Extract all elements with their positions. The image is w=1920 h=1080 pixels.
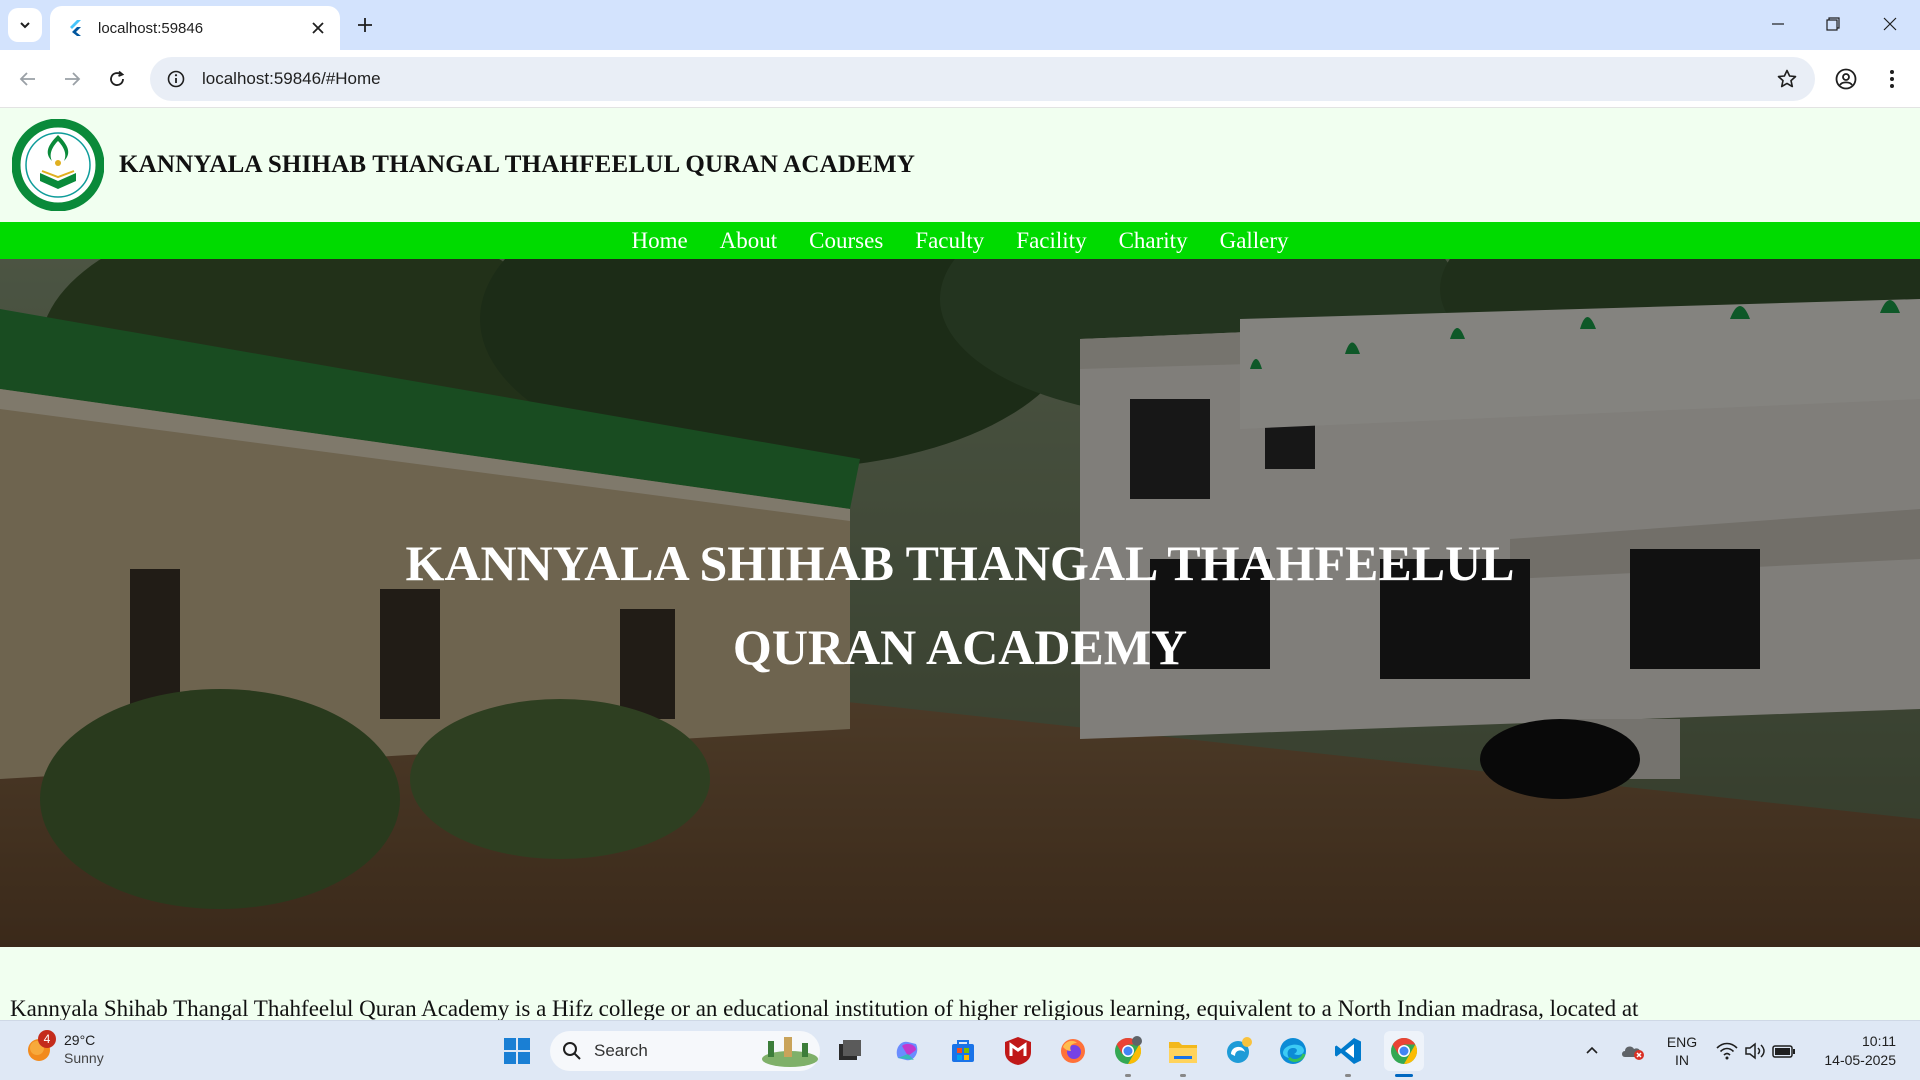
mcafee-shield-icon [1005, 1037, 1031, 1065]
taskbar-edge[interactable] [1273, 1031, 1313, 1071]
windows-taskbar: 4 29°C Sunny Search ENG IN 10:11 14-05-2… [0, 1020, 1920, 1080]
site-info-icon[interactable] [164, 67, 188, 91]
minimize-icon [1772, 23, 1784, 25]
search-icon [563, 1042, 581, 1060]
weather-widget[interactable]: 4 29°C Sunny [24, 1030, 104, 1067]
site-name: KANNYALA SHIHAB THANGAL THAHFEELUL QURAN… [119, 151, 916, 178]
show-hidden-icons[interactable] [1580, 1031, 1604, 1071]
new-tab-button[interactable] [352, 12, 378, 38]
browser-menu-button[interactable] [1876, 63, 1908, 95]
taskbar-search[interactable]: Search [550, 1031, 820, 1071]
nav-facility[interactable]: Facility [1016, 228, 1086, 254]
taskbar-mcafee[interactable] [998, 1031, 1038, 1071]
chrome-icon [1115, 1036, 1142, 1065]
onedrive-tray[interactable] [1618, 1031, 1648, 1071]
taskbar-file-explorer[interactable] [1163, 1031, 1203, 1077]
weather-temp: 29°C [64, 1032, 96, 1048]
weather-condition: Sunny [64, 1050, 104, 1066]
flutter-icon [66, 19, 84, 37]
task-view-icon [839, 1040, 861, 1060]
sun-icon: 4 [24, 1030, 56, 1064]
browser-tab-active[interactable]: localhost:59846 [50, 6, 340, 50]
back-button[interactable] [12, 63, 44, 95]
tab-search-button[interactable] [8, 8, 42, 42]
tab-title: localhost:59846 [98, 19, 204, 37]
minimize-button[interactable] [1760, 10, 1796, 38]
reload-icon [110, 70, 125, 86]
forward-button[interactable] [56, 63, 88, 95]
folder-icon [1169, 1042, 1197, 1063]
academy-logo [12, 119, 104, 211]
region-code: IN [1675, 1052, 1689, 1068]
running-indicator [1125, 1074, 1131, 1077]
start-button[interactable] [497, 1031, 537, 1071]
bookmark-star-icon[interactable] [1767, 59, 1807, 99]
chrome-icon [1391, 1037, 1418, 1065]
nav-courses[interactable]: Courses [809, 228, 883, 254]
battery-icon [1772, 1045, 1795, 1058]
taskbar-task-view[interactable] [830, 1031, 870, 1071]
more-vertical-icon [1890, 70, 1894, 88]
nav-home[interactable]: Home [631, 228, 687, 254]
vscode-icon [1335, 1038, 1361, 1064]
account-icon [1835, 68, 1857, 90]
restore-button[interactable] [1815, 10, 1851, 38]
active-indicator [1395, 1074, 1413, 1077]
language-indicator[interactable]: ENG IN [1660, 1031, 1704, 1071]
arrow-right-icon [65, 72, 81, 86]
store-icon [952, 1040, 974, 1062]
language-code: ENG [1666, 1034, 1698, 1050]
intro-paragraph: Kannyala Shihab Thangal Thahfeelul Quran… [10, 996, 1639, 1021]
cloud-error-icon [1622, 1046, 1644, 1060]
search-label: Search [594, 1041, 648, 1060]
close-tab-icon[interactable] [308, 18, 328, 38]
windows-logo-icon [504, 1038, 530, 1064]
taskbar-chrome-active[interactable] [1384, 1031, 1424, 1077]
reload-button[interactable] [101, 63, 133, 95]
chevron-up-icon [1586, 1046, 1598, 1054]
firefox-icon [1061, 1039, 1085, 1063]
plus-icon [358, 18, 372, 32]
taskbar-edge-beta[interactable] [1218, 1031, 1258, 1071]
taskbar-chrome-profile[interactable] [1108, 1031, 1148, 1077]
restore-icon [1826, 17, 1840, 31]
running-indicator [1180, 1074, 1186, 1077]
arrow-left-icon [19, 72, 35, 86]
close-window-button[interactable] [1872, 10, 1908, 38]
chevron-down-icon [20, 22, 30, 29]
search-highlight-icon [762, 1037, 818, 1067]
weather-badge: 4 [38, 1030, 56, 1048]
quick-settings[interactable] [1714, 1031, 1798, 1071]
running-indicator [1345, 1074, 1351, 1077]
nav-gallery[interactable]: Gallery [1220, 228, 1289, 254]
url-text: localhost:59846/#Home [202, 69, 381, 88]
taskbar-vscode[interactable] [1328, 1031, 1368, 1077]
browser-tab-strip: localhost:59846 [0, 0, 1920, 50]
clock-date: 14-05-2025 [1824, 1052, 1896, 1068]
profile-button[interactable] [1830, 63, 1862, 95]
volume-icon [1745, 1042, 1765, 1060]
taskbar-store[interactable] [943, 1031, 983, 1071]
taskbar-copilot[interactable] [887, 1031, 927, 1071]
nav-faculty[interactable]: Faculty [915, 228, 984, 254]
close-icon [1883, 17, 1897, 31]
hero-banner: KANNYALA SHIHAB THANGAL THAHFEELUL QURAN… [0, 259, 1920, 947]
site-header: KANNYALA SHIHAB THANGAL THAHFEELUL QURAN… [0, 108, 1920, 222]
clock-time: 10:11 [1862, 1033, 1896, 1049]
hero-title: KANNYALA SHIHAB THANGAL THAHFEELUL QURAN… [405, 535, 1515, 675]
browser-beta-icon [1227, 1037, 1252, 1063]
taskbar-firefox[interactable] [1053, 1031, 1093, 1071]
wifi-icon [1716, 1042, 1738, 1060]
nav-charity[interactable]: Charity [1119, 228, 1188, 254]
browser-toolbar: localhost:59846/#Home [0, 50, 1920, 108]
system-clock[interactable]: 10:11 14-05-2025 [1824, 1032, 1896, 1070]
edge-icon [1280, 1038, 1306, 1064]
copilot-icon [896, 1041, 918, 1061]
address-bar[interactable]: localhost:59846/#Home [150, 57, 1815, 101]
main-nav: Home About Courses Faculty Facility Char… [0, 222, 1920, 259]
nav-about[interactable]: About [720, 228, 778, 254]
